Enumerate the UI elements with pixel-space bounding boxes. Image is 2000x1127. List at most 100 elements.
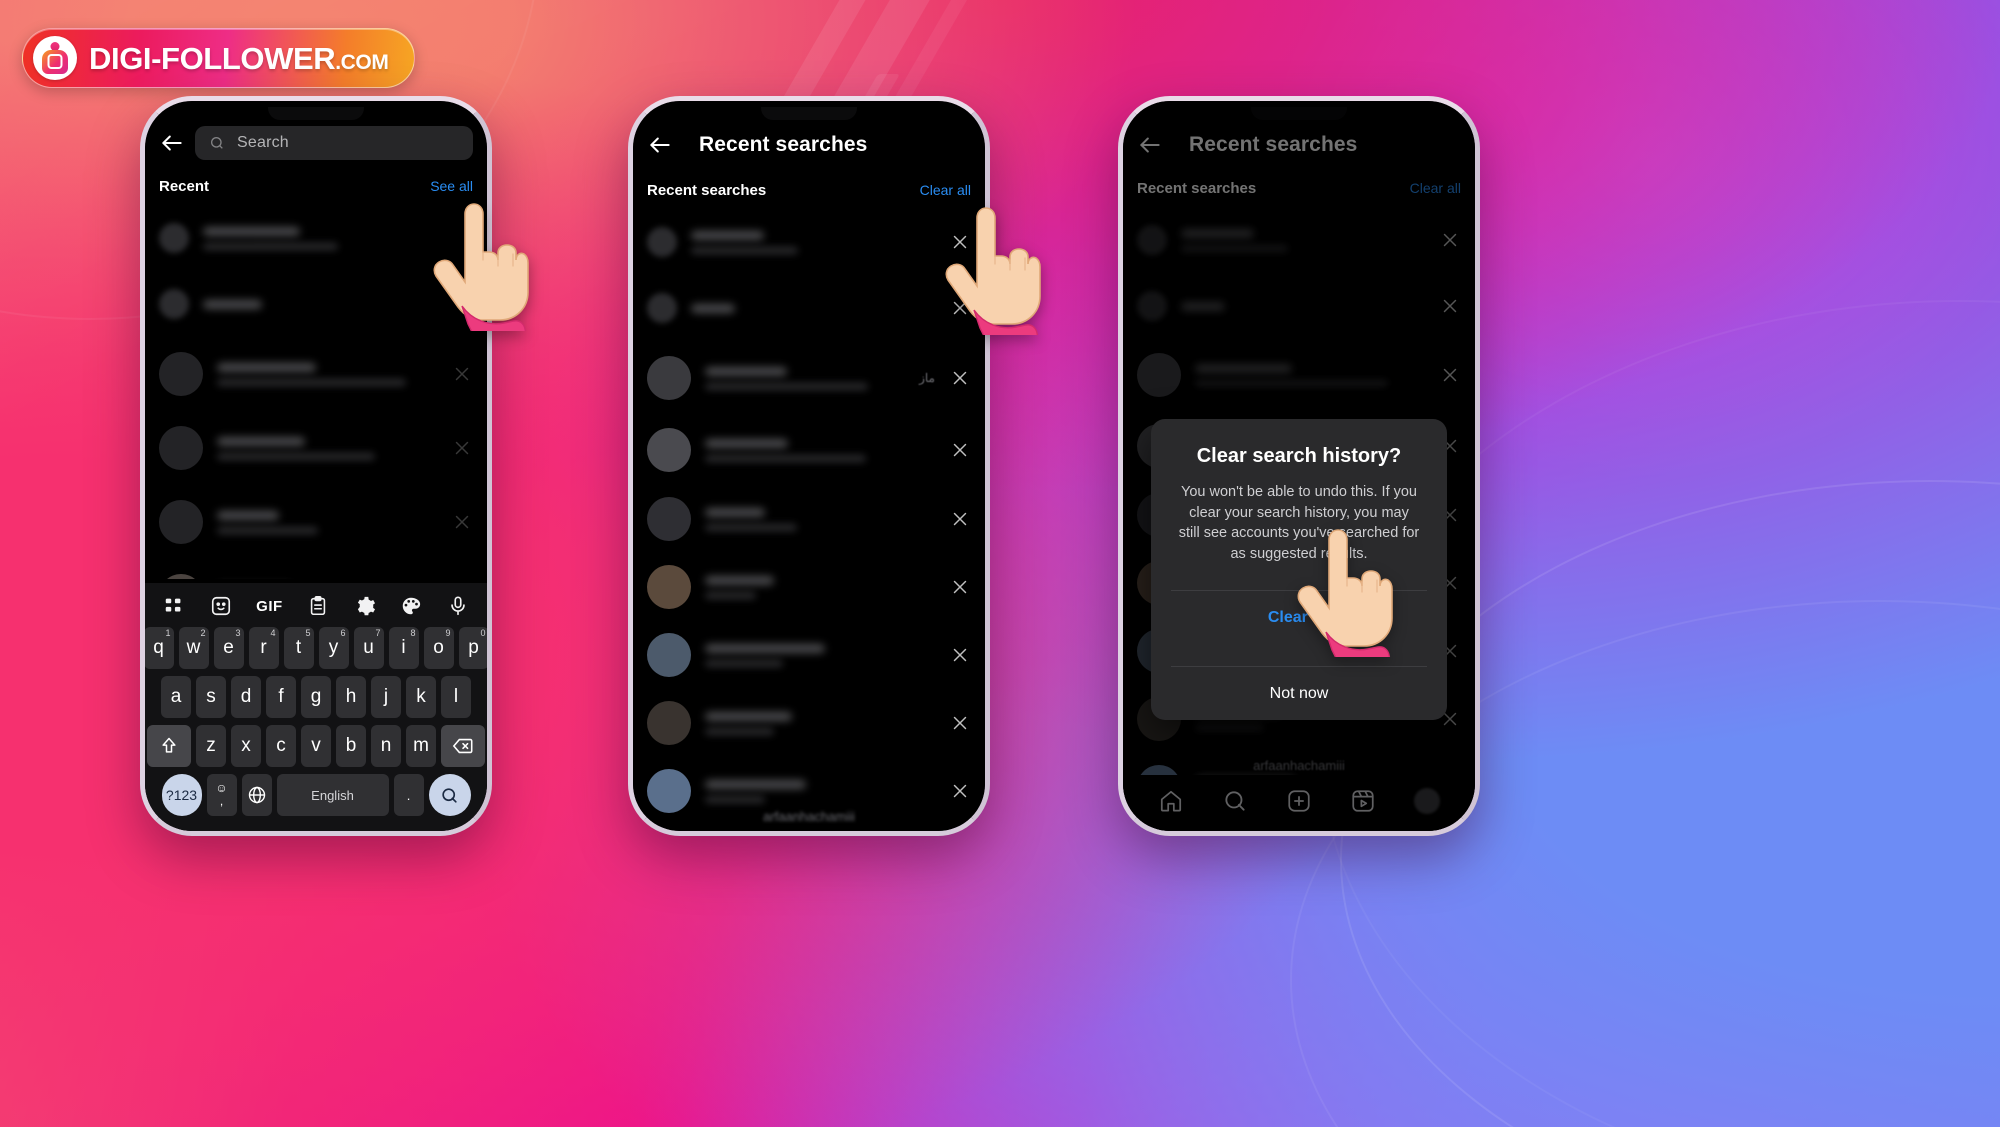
- remove-icon[interactable]: [949, 780, 971, 802]
- list-item[interactable]: ماز: [633, 341, 985, 415]
- search-enter-key[interactable]: [428, 774, 471, 816]
- avatar: [647, 565, 691, 609]
- recent-searches-topbar: Recent searches: [633, 125, 985, 165]
- emoji-comma-icon[interactable]: ☺,: [206, 774, 237, 816]
- palette-icon[interactable]: [400, 595, 422, 617]
- dialog-confirm-button[interactable]: Clear all: [1171, 590, 1427, 644]
- list-item[interactable]: [633, 275, 985, 341]
- phone-search: Search Recent See all GIF 1 q 2 w 3 e 4 …: [140, 96, 492, 836]
- rtl-label: ماز: [919, 371, 935, 385]
- key-u[interactable]: 7u: [353, 627, 384, 669]
- avatar: [647, 497, 691, 541]
- list-item[interactable]: [145, 271, 487, 337]
- key-q[interactable]: 1q: [145, 627, 174, 669]
- key-h[interactable]: h: [336, 676, 366, 718]
- clear-history-dialog: Clear search history? You won't be able …: [1151, 419, 1447, 721]
- phone-search-screen: Search Recent See all GIF 1 q 2 w 3 e 4 …: [145, 101, 487, 831]
- key-f[interactable]: f: [266, 676, 296, 718]
- sticker-icon[interactable]: [210, 595, 232, 617]
- search-input[interactable]: Search: [195, 126, 473, 160]
- key-i[interactable]: 8i: [388, 627, 419, 669]
- globe-icon[interactable]: [241, 774, 272, 816]
- key-j[interactable]: j: [371, 676, 401, 718]
- key-x[interactable]: x: [231, 725, 261, 767]
- key-n[interactable]: n: [371, 725, 401, 767]
- gear-icon[interactable]: [354, 595, 376, 617]
- clipboard-icon[interactable]: [307, 595, 329, 617]
- page-title: Recent searches: [699, 133, 868, 156]
- key-y[interactable]: 6y: [318, 627, 349, 669]
- see-all-link[interactable]: See all: [430, 178, 473, 194]
- clear-all-link[interactable]: Clear all: [920, 182, 971, 198]
- gif-button[interactable]: GIF: [256, 598, 283, 615]
- space-key[interactable]: English: [276, 774, 389, 816]
- backspace-icon[interactable]: [441, 725, 485, 767]
- remove-icon[interactable]: [451, 363, 473, 385]
- remove-icon[interactable]: [949, 508, 971, 530]
- shift-icon[interactable]: [147, 725, 191, 767]
- remove-icon[interactable]: [451, 437, 473, 459]
- dialog-body: You won't be able to undo this. If you c…: [1178, 484, 1420, 562]
- key-d[interactable]: d: [231, 676, 261, 718]
- key-p[interactable]: 0p: [458, 627, 487, 669]
- key-w[interactable]: 2w: [178, 627, 209, 669]
- clock-icon: [159, 223, 189, 253]
- list-item[interactable]: [633, 209, 985, 275]
- symbols-key[interactable]: ?123: [161, 774, 202, 816]
- phone-clear-dialog-screen: Recent searches Recent searches Clear al…: [1123, 101, 1475, 831]
- key-r[interactable]: 4r: [248, 627, 279, 669]
- key-g[interactable]: g: [301, 676, 331, 718]
- brand-tld: .COM: [335, 50, 389, 74]
- key-z[interactable]: z: [196, 725, 226, 767]
- list-item[interactable]: [633, 553, 985, 621]
- search-icon: [159, 289, 189, 319]
- back-arrow-icon[interactable]: [159, 130, 185, 156]
- key-b[interactable]: b: [336, 725, 366, 767]
- grid-icon[interactable]: [163, 595, 185, 617]
- key-o[interactable]: 9o: [423, 627, 454, 669]
- dialog-cancel-button[interactable]: Not now: [1171, 666, 1427, 720]
- remove-icon[interactable]: [451, 511, 473, 533]
- recent-results-list: [145, 205, 487, 579]
- key-l[interactable]: l: [441, 676, 471, 718]
- remove-icon[interactable]: [949, 439, 971, 461]
- list-item[interactable]: [145, 411, 487, 485]
- list-item[interactable]: [145, 559, 487, 579]
- key-a[interactable]: a: [161, 676, 191, 718]
- recent-searches-section-header: Recent searches Clear all: [633, 177, 985, 203]
- key-s[interactable]: s: [196, 676, 226, 718]
- avatar: [647, 701, 691, 745]
- key-m[interactable]: m: [406, 725, 436, 767]
- back-arrow-icon[interactable]: [647, 132, 673, 158]
- phone-recent-searches-screen: Recent searches Recent searches Clear al…: [633, 101, 985, 831]
- brand-logo-text: DIGI-FOLLOWER.COM: [89, 43, 389, 74]
- key-c[interactable]: c: [266, 725, 296, 767]
- list-item[interactable]: [633, 485, 985, 553]
- dialog-title: Clear search history?: [1196, 445, 1402, 467]
- microphone-icon[interactable]: [447, 595, 469, 617]
- period-key[interactable]: .: [393, 774, 424, 816]
- remove-icon[interactable]: [949, 576, 971, 598]
- search-topbar: Search: [145, 123, 487, 163]
- key-t[interactable]: 5t: [283, 627, 314, 669]
- remove-icon[interactable]: [949, 644, 971, 666]
- remove-icon[interactable]: [949, 367, 971, 389]
- list-item[interactable]: [145, 485, 487, 559]
- avatar: [155, 422, 207, 474]
- remove-icon[interactable]: [949, 712, 971, 734]
- list-item[interactable]: [633, 415, 985, 485]
- footer-username: arfaanhachamiii: [763, 808, 855, 824]
- brand-logo[interactable]: DIGI-FOLLOWER.COM: [22, 28, 416, 88]
- key-e[interactable]: 3e: [213, 627, 244, 669]
- list-item[interactable]: [633, 621, 985, 689]
- key-v[interactable]: v: [301, 725, 331, 767]
- key-k[interactable]: k: [406, 676, 436, 718]
- list-item[interactable]: [145, 337, 487, 411]
- list-item[interactable]: [633, 689, 985, 757]
- remove-icon[interactable]: [949, 231, 971, 253]
- keyboard-row-3: z x c v b n m: [147, 725, 485, 767]
- search-icon: [647, 293, 677, 323]
- list-item[interactable]: [145, 205, 487, 271]
- avatar: [155, 496, 207, 548]
- remove-icon[interactable]: [949, 297, 971, 319]
